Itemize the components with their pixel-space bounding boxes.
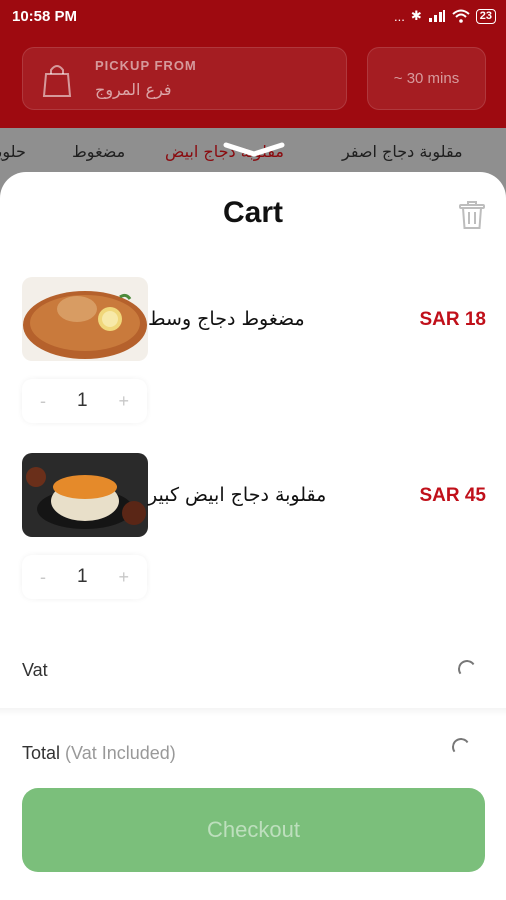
item-price: SAR 18 [419,309,486,330]
battery-icon: 23 [475,8,496,24]
total-label-text: Total [22,743,61,763]
item-image-white-maqluba [22,453,148,537]
bluetooth-icon: ✱ [410,8,422,23]
tab-madghout[interactable]: مضغوط [72,142,125,161]
quantity-stepper: - 1 + [22,379,147,423]
quantity-value: 1 [76,566,88,587]
cart-title: Cart [222,196,283,229]
sheet-drag-handle[interactable] [222,140,286,160]
pickup-label: PICKUP FROM [95,58,197,73]
tab-desserts[interactable]: حلويات [0,142,26,161]
wifi-icon [452,9,470,23]
tab-yellow-chicken-maqluba[interactable]: مقلوبة دجاج اصفر [342,142,463,161]
checkout-label: Checkout [207,817,300,842]
eta-box: ~ 30 mins [367,47,486,110]
quantity-stepper: - 1 + [22,555,147,599]
eta-text: ~ 30 mins [393,70,460,87]
status-bar: 10:58 PM ... ✱ 23 [0,0,506,36]
decrease-quantity-button[interactable]: - [40,567,46,588]
pickup-branch-selector[interactable]: PICKUP FROM فرع المروج [22,47,347,110]
checkout-button[interactable]: Checkout [22,788,485,872]
total-label: Total (Vat Included) [22,743,176,764]
increase-quantity-button[interactable]: + [118,391,129,412]
status-time: 10:58 PM [12,8,78,25]
shopping-bag-icon [42,65,72,97]
item-price: SAR 45 [419,485,486,506]
item-image-madghout [22,277,148,361]
more-dots-icon: ... [394,8,405,24]
decrease-quantity-button[interactable]: - [40,391,46,412]
app-header: 10:58 PM ... ✱ 23 PICKUP FROM فرع المروج… [0,0,506,128]
status-icons: ... ✱ 23 [394,8,496,24]
vat-label: Vat [22,660,48,680]
increase-quantity-button[interactable]: + [118,567,129,588]
quantity-value: 1 [76,390,88,411]
total-vat-note: (Vat Included) [65,743,176,763]
summary-divider [0,708,506,716]
pickup-branch-name: فرع المروج [95,80,172,99]
item-name: مضغوط دجاج وسط [148,308,305,330]
signal-icon [428,10,445,22]
item-name: مقلوبة دجاج ابيض كبير [148,484,327,506]
trash-icon[interactable] [458,200,486,230]
